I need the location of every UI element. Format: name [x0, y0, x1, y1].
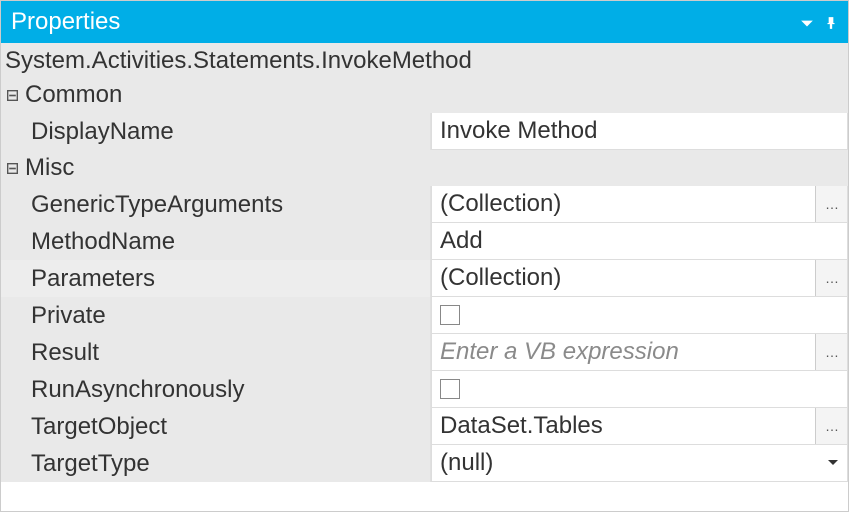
value-text: Add [432, 227, 847, 255]
property-value-result[interactable]: Enter a VB expression … [431, 334, 848, 371]
property-value-runasynchronously[interactable] [431, 371, 848, 408]
row-gutter [1, 113, 29, 150]
property-value-methodname[interactable]: Add [431, 223, 848, 260]
checkbox-runasynchronously[interactable] [440, 379, 460, 399]
property-row-targettype: TargetType (null) [1, 445, 848, 482]
autohide-pin-icon[interactable] [824, 9, 838, 36]
value-text: (Collection) [432, 264, 815, 292]
collapse-icon[interactable] [3, 159, 21, 177]
panel-titlebar: Properties [1, 1, 848, 43]
row-gutter [1, 408, 29, 445]
row-gutter [1, 334, 29, 371]
value-text: (Collection) [432, 190, 815, 218]
checkbox-private[interactable] [440, 305, 460, 325]
properties-panel: Properties System.Activities.Statements.… [0, 0, 849, 512]
row-gutter [1, 260, 29, 297]
property-row-runasynchronously: RunAsynchronously [1, 371, 848, 408]
category-common[interactable]: Common [1, 77, 848, 113]
category-label: Common [25, 81, 122, 109]
row-gutter [1, 445, 29, 482]
property-label[interactable]: Result [29, 334, 431, 371]
category-label: Misc [25, 154, 74, 182]
property-grid: Common DisplayName Invoke Method Misc Ge… [1, 77, 848, 511]
property-row-parameters: Parameters (Collection) … [1, 260, 848, 297]
property-value-parameters[interactable]: (Collection) … [431, 260, 848, 297]
selected-object-type: System.Activities.Statements.InvokeMetho… [1, 43, 848, 77]
ellipsis-button[interactable]: … [815, 334, 847, 370]
value-placeholder: Enter a VB expression [432, 338, 815, 366]
property-label[interactable]: GenericTypeArguments [29, 186, 431, 223]
ellipsis-button[interactable]: … [815, 260, 847, 296]
value-text: (null) [432, 449, 819, 477]
property-row-targetobject: TargetObject DataSet.Tables … [1, 408, 848, 445]
property-value-generictypearguments[interactable]: (Collection) … [431, 186, 848, 223]
ellipsis-button[interactable]: … [815, 186, 847, 222]
property-label[interactable]: TargetObject [29, 408, 431, 445]
property-value-displayname[interactable]: Invoke Method [431, 113, 848, 150]
ellipsis-button[interactable]: … [815, 408, 847, 444]
property-value-targettype[interactable]: (null) [431, 445, 848, 482]
property-value-private[interactable] [431, 297, 848, 334]
property-label[interactable]: MethodName [29, 223, 431, 260]
property-label[interactable]: Parameters [29, 260, 431, 297]
property-value-targetobject[interactable]: DataSet.Tables … [431, 408, 848, 445]
panel-title: Properties [11, 8, 120, 36]
row-gutter [1, 223, 29, 260]
property-row-generictypearguments: GenericTypeArguments (Collection) … [1, 186, 848, 223]
property-label[interactable]: TargetType [29, 445, 431, 482]
property-label[interactable]: Private [29, 297, 431, 334]
value-text: Invoke Method [432, 117, 847, 145]
row-gutter [1, 371, 29, 408]
property-row-private: Private [1, 297, 848, 334]
property-row-methodname: MethodName Add [1, 223, 848, 260]
row-gutter [1, 297, 29, 334]
property-row-displayname: DisplayName Invoke Method [1, 113, 848, 150]
property-row-result: Result Enter a VB expression … [1, 334, 848, 371]
property-label[interactable]: DisplayName [29, 113, 431, 150]
row-gutter [1, 186, 29, 223]
value-text: DataSet.Tables [432, 412, 815, 440]
collapse-icon[interactable] [3, 86, 21, 104]
property-label[interactable]: RunAsynchronously [29, 371, 431, 408]
window-position-icon[interactable] [800, 9, 814, 36]
dropdown-button[interactable] [819, 445, 847, 481]
category-misc[interactable]: Misc [1, 150, 848, 186]
